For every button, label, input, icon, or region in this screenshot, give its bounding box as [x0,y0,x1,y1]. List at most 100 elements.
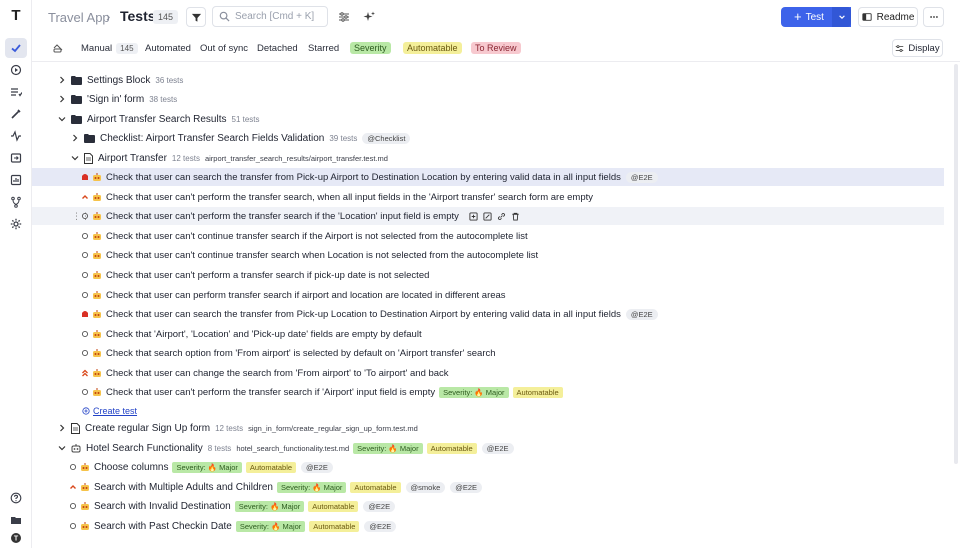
plans-nav-icon[interactable] [5,82,27,102]
breadcrumb-separator: › [106,9,111,24]
tag-badge[interactable]: @Checklist [362,132,411,144]
filter-button[interactable] [186,7,206,27]
tag-badge[interactable]: @E2E [301,461,333,473]
normal-priority-icon [81,232,89,241]
link-icon[interactable] [497,212,506,221]
tab-automated[interactable]: Automated [145,43,191,54]
chevron-down-icon[interactable] [58,115,66,123]
test-row[interactable]: Check that user can search the transfer … [32,168,944,186]
test-row[interactable]: Check that user can't perform the transf… [32,383,944,401]
tag-badge[interactable]: @E2E [364,520,397,532]
test-row[interactable]: Choose columns Severity: 🔥 Major Automat… [32,458,944,476]
create-test-row[interactable]: Create test [32,402,944,420]
test-row[interactable]: Check that search option from 'From airp… [32,344,944,362]
test-row[interactable]: Search with Multiple Adults and Children… [32,478,944,496]
test-title: Check that user can't perform a transfer… [106,269,430,281]
help-nav-icon[interactable] [5,488,27,508]
file-row[interactable]: Hotel Search Functionality 8 tests hotel… [32,439,944,457]
breadcrumb-project[interactable]: Travel App [48,10,110,25]
chevron-right-icon[interactable] [58,424,66,432]
automatable-badge[interactable]: Automatable [426,442,477,454]
severity-badge[interactable]: Severity: 🔥 Major [353,442,423,454]
automatable-badge[interactable]: Automatable [512,386,563,398]
tag-badge[interactable]: @E2E [450,481,483,493]
scrollbar-thumb[interactable] [954,64,958,464]
file-row[interactable]: Airport Transfer 12 tests airport_transf… [32,149,944,167]
test-row[interactable]: Check that user can perform transfer sea… [32,286,944,304]
edit-icon[interactable] [483,211,492,221]
tests-nav-icon[interactable] [5,38,27,58]
robot-icon [93,330,101,338]
analytics-nav-icon[interactable] [5,170,27,190]
test-row[interactable]: Check that 'Airport', 'Location' and 'Pi… [32,325,944,343]
plus-circle-icon [82,407,90,415]
search-input[interactable] [235,11,321,22]
test-row[interactable]: Check that user can change the search fr… [32,364,944,382]
suite-row[interactable]: Settings Block 36 tests [32,71,944,89]
more-options-button[interactable] [923,7,944,27]
automatable-badge[interactable]: Automatable [309,520,360,532]
automatable-badge[interactable]: Automatable [245,461,297,473]
test-row[interactable]: Check that user can search the transfer … [32,305,944,323]
trash-icon[interactable] [511,212,520,221]
user-avatar-icon[interactable]: T [5,528,27,548]
sliders-icon[interactable] [337,10,351,24]
tag-badge[interactable]: @E2E [625,308,658,320]
drag-handle-icon[interactable]: ⋮⋮ [72,211,90,222]
test-row[interactable]: ⋮⋮ Check that user can't perform the tra… [32,207,944,225]
settings-nav-icon[interactable] [5,214,27,234]
automatable-badge[interactable]: Automatable [308,500,359,512]
branches-nav-icon[interactable] [5,192,27,212]
chevron-right-icon[interactable] [58,95,66,103]
automatable-badge[interactable]: Automatable [350,481,401,493]
test-title: Check that user can search the transfer … [106,171,621,183]
projects-nav-icon[interactable] [5,510,27,530]
search-box[interactable] [212,6,328,27]
severity-badge[interactable]: Severity: 🔥 Major [439,386,509,398]
severity-filter-chip[interactable]: Severity [350,42,391,54]
runs-nav-icon[interactable] [5,60,27,80]
tab-manual[interactable]: Manual 145 [81,43,138,54]
new-test-dropdown[interactable] [832,7,851,27]
suite-row[interactable]: Checklist: Airport Transfer Search Field… [32,129,944,147]
automatable-filter-chip[interactable]: Automatable [403,42,462,54]
tab-detached[interactable]: Detached [257,43,298,54]
tag-badge[interactable]: @E2E [481,442,514,454]
file-row[interactable]: Create regular Sign Up form 12 tests sig… [32,419,944,437]
readme-button[interactable]: Readme [858,7,918,27]
test-row[interactable]: Check that user can't perform the transf… [32,188,944,206]
create-test-link[interactable]: Create test [93,406,137,416]
test-row[interactable]: Check that user can't continue transfer … [32,227,944,245]
suite-row[interactable]: 'Sign in' form 38 tests [32,90,944,108]
display-button[interactable]: Display [892,39,943,57]
suite-row[interactable]: Airport Transfer Search Results 51 tests [32,110,944,128]
test-row[interactable]: Check that user can't perform a transfer… [32,266,944,284]
severity-badge[interactable]: Severity: 🔥 Major [172,461,242,473]
multi-select-icon[interactable] [52,42,64,54]
chevron-right-icon[interactable] [58,76,66,84]
tab-out-of-sync[interactable]: Out of sync [200,43,248,54]
severity-badge[interactable]: Severity: 🔥 Major [276,481,347,493]
test-row[interactable]: Search with Past Checkin Date Severity: … [32,517,944,535]
tag-badge[interactable]: @E2E [625,171,658,183]
to-review-filter-chip[interactable]: To Review [471,42,521,54]
tag-badge[interactable]: @E2E [363,500,396,512]
chevron-down-icon[interactable] [58,444,66,452]
import-nav-icon[interactable] [5,148,27,168]
critical-priority-icon [81,173,89,182]
severity-badge[interactable]: Severity: 🔥 Major [234,500,305,512]
ellipsis-icon [929,16,938,18]
ai-sparkle-icon[interactable] [362,10,376,24]
chevron-down-icon[interactable] [71,154,79,162]
tag-badge[interactable]: @smoke [405,481,446,493]
steps-nav-icon[interactable] [5,104,27,124]
test-row[interactable]: Check that user can't continue transfer … [32,246,944,264]
chevron-right-icon[interactable] [71,134,79,142]
severity-badge[interactable]: Severity: 🔥 Major [235,520,306,532]
pulse-nav-icon[interactable] [5,126,27,146]
tab-starred[interactable]: Starred [308,43,339,54]
test-row[interactable]: Search with Invalid Destination Severity… [32,497,944,515]
file-count: 8 tests [207,443,232,453]
copy-icon[interactable] [469,211,478,221]
app-logo[interactable]: T [7,7,25,25]
